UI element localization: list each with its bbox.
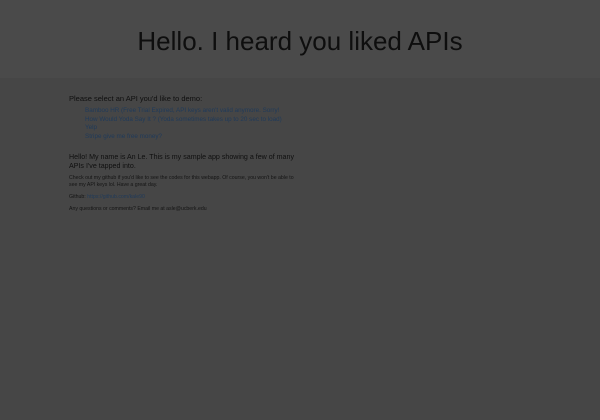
api-list-item: How Would Yoda Say It ? (Yoda sometimes …: [85, 116, 299, 125]
page-title: Hello. I heard you liked APIs: [137, 26, 463, 56]
api-link-yoda[interactable]: How Would Yoda Say It ? (Yoda sometimes …: [85, 116, 282, 123]
api-list-item: Stripe give me free money?: [85, 133, 299, 142]
api-select-prompt: Please select an API you'd like to demo:: [69, 94, 203, 103]
api-link-yelp[interactable]: Yelp: [85, 124, 97, 131]
api-list-item: Yelp: [85, 124, 299, 133]
api-list-item: Bamboo HR (Free Trial Expired, API keys …: [85, 107, 299, 116]
page-header: Hello. I heard you liked APIs: [0, 0, 600, 78]
main-content: Please select an API you'd like to demo:…: [69, 94, 299, 213]
github-line: Github: https://github.com/kale90: [69, 194, 299, 201]
contact-text: Any questions or comments? Email me at a…: [69, 206, 207, 213]
github-label: Github:: [69, 193, 86, 200]
about-section: Hello! My name is An Le. This is my samp…: [69, 153, 299, 213]
api-link-bamboo-hr[interactable]: Bamboo HR (Free Trial Expired, API keys …: [85, 107, 279, 114]
about-heading: Hello! My name is An Le. This is my samp…: [69, 153, 294, 170]
api-list: Bamboo HR (Free Trial Expired, API keys …: [69, 107, 299, 141]
about-body: Check out my github if you'd like to see…: [69, 174, 294, 188]
api-link-stripe[interactable]: Stripe give me free money?: [85, 133, 162, 140]
github-link[interactable]: https://github.com/kale90: [87, 194, 145, 200]
